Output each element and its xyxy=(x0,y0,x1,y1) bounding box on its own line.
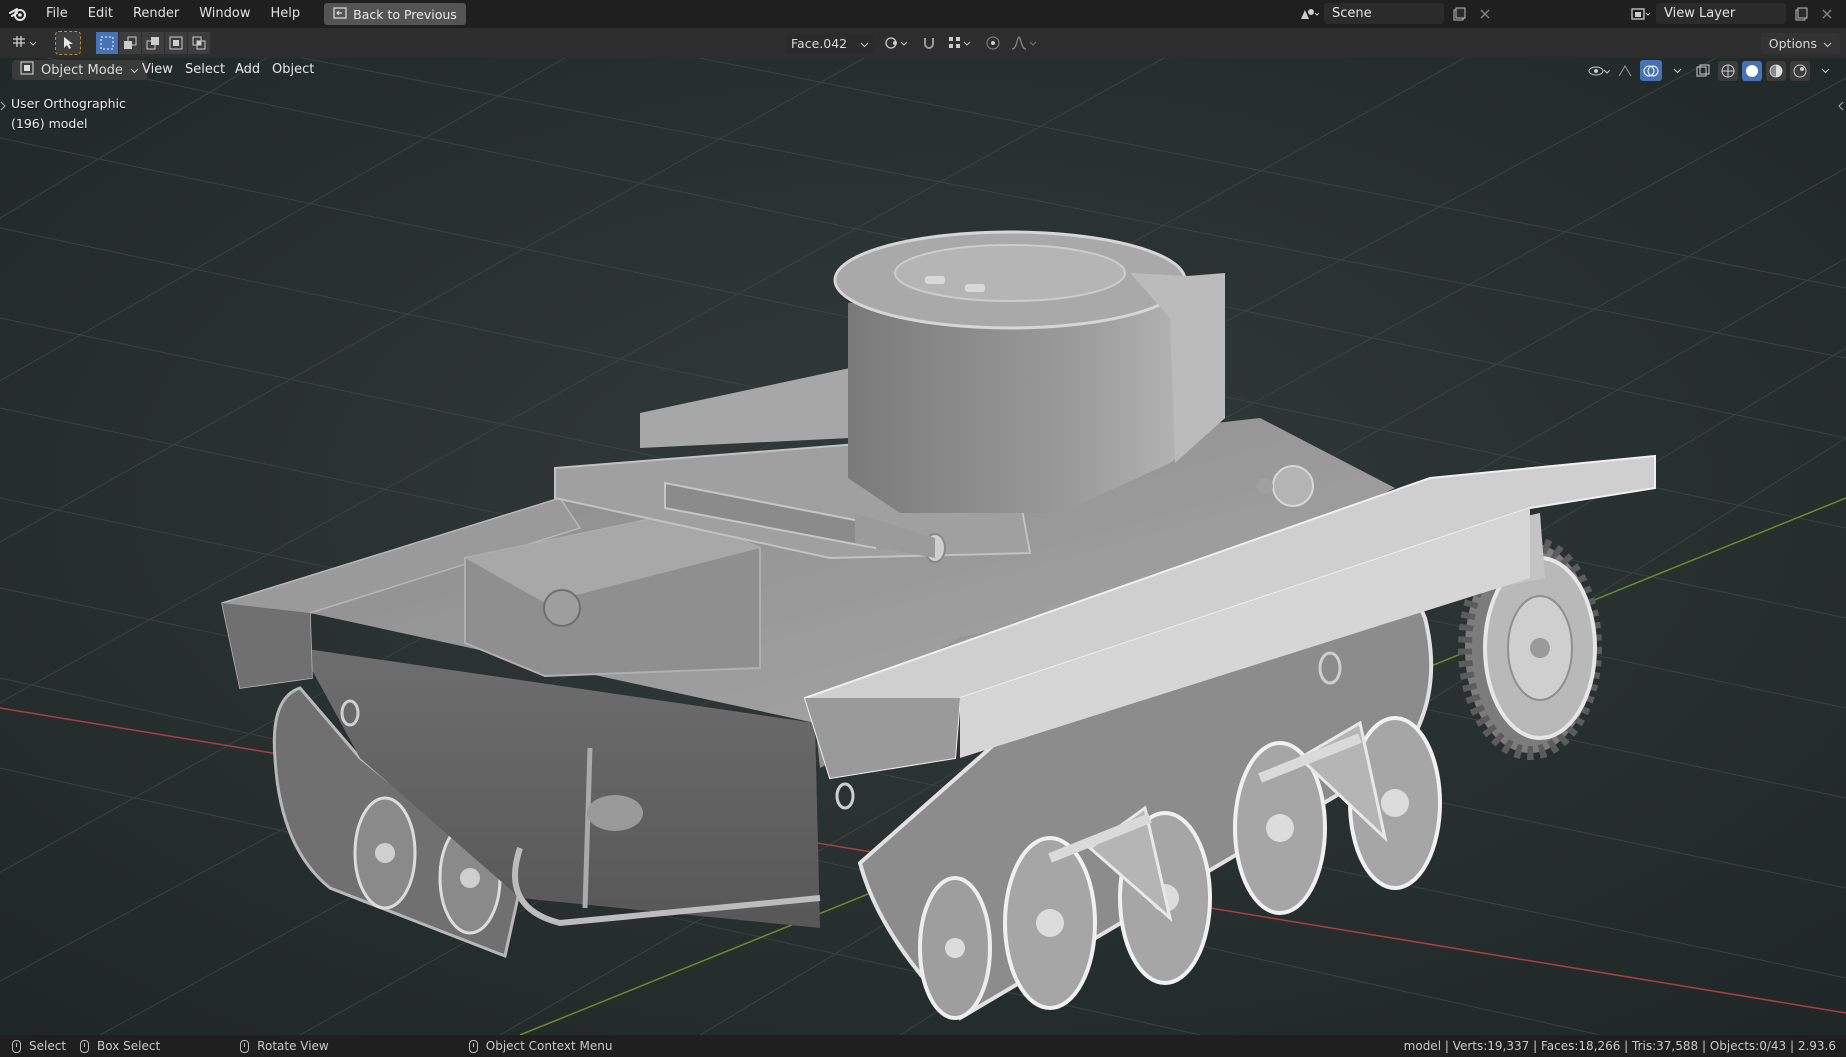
viewport-menu-add[interactable]: Add xyxy=(235,60,260,80)
scene-icon[interactable] xyxy=(1298,3,1320,24)
shading-solid-icon[interactable] xyxy=(1742,60,1762,81)
back-button-label: Back to Previous xyxy=(353,6,457,22)
menu-file[interactable]: File xyxy=(36,0,78,28)
mouse-middle-icon xyxy=(240,1039,250,1053)
status-box-select-label: Box Select xyxy=(97,1039,161,1053)
3d-viewport[interactable]: Object Mode View Select Add Object User … xyxy=(0,58,1846,1035)
select-subtract-icon[interactable] xyxy=(142,32,164,54)
active-object-info: (196) model xyxy=(11,116,88,131)
transform-pivot-icon[interactable] xyxy=(882,32,912,54)
select-invert-icon[interactable] xyxy=(165,32,187,54)
chevron-down-icon xyxy=(130,63,139,78)
chevron-down-icon xyxy=(1823,36,1832,51)
select-intersect-icon[interactable] xyxy=(188,32,210,54)
active-object-field[interactable]: Face.042 xyxy=(785,33,875,54)
hatch-hinge-1 xyxy=(925,276,945,284)
close-view-layer-icon[interactable] xyxy=(1816,3,1838,24)
scene-selector: Scene xyxy=(1298,3,1496,24)
select-mode-group xyxy=(96,32,210,54)
front-light xyxy=(587,795,643,831)
menu-edit[interactable]: Edit xyxy=(78,0,123,28)
mouse-right-icon xyxy=(468,1039,478,1053)
snap-icon[interactable] xyxy=(918,32,940,54)
back-to-previous-button[interactable]: Back to Previous xyxy=(324,3,466,25)
periscope-mount xyxy=(1257,478,1273,494)
menu-render[interactable]: Render xyxy=(123,0,189,28)
top-menu-bar: File Edit Render Window Help Back to Pre… xyxy=(0,0,1846,28)
view-layer-icon[interactable] xyxy=(1630,3,1652,24)
new-view-layer-icon[interactable] xyxy=(1790,3,1812,24)
xray-icon[interactable] xyxy=(1692,60,1714,81)
scene-statistics: model | Verts:19,337 | Faces:18,266 | Tr… xyxy=(1403,1039,1836,1053)
editor-type-icon[interactable] xyxy=(8,32,42,54)
visibility-icon[interactable] xyxy=(1588,60,1610,81)
viewport-menu-select[interactable]: Select xyxy=(185,60,225,80)
snap-target-icon[interactable] xyxy=(946,32,976,54)
options-dropdown[interactable]: Options xyxy=(1760,33,1840,54)
select-box-icon[interactable] xyxy=(96,32,118,54)
status-context-menu-label: Object Context Menu xyxy=(485,1039,613,1053)
status-rotate-view-label: Rotate View xyxy=(257,1039,329,1053)
blender-logo-icon[interactable] xyxy=(0,0,36,28)
hatch-bolt xyxy=(543,589,581,627)
status-select: Select xyxy=(12,1039,66,1053)
object-mode-label: Object Mode xyxy=(41,62,123,78)
view-layer-selector: View Layer xyxy=(1630,3,1838,24)
status-bar: Select Box Select Rotate View Object Con… xyxy=(0,1035,1846,1057)
viewport-menu-object[interactable]: Object xyxy=(272,60,314,80)
object-mode-icon xyxy=(20,61,34,79)
gizmo-icon[interactable] xyxy=(1614,60,1636,81)
viewport-menu-view[interactable]: View xyxy=(142,60,173,80)
toolbar-expand-icon[interactable] xyxy=(0,100,6,115)
cursor-icon[interactable] xyxy=(55,31,81,55)
turret-hatch xyxy=(894,244,1126,302)
view-name-label: User Orthographic xyxy=(11,96,126,111)
status-rotate-view: Rotate View xyxy=(240,1039,329,1053)
overlay-dropdown-icon[interactable] xyxy=(1666,60,1688,81)
close-scene-icon[interactable] xyxy=(1474,3,1496,24)
object-mode-select[interactable]: Object Mode xyxy=(12,60,147,80)
mouse-left-icon xyxy=(12,1039,21,1053)
chevron-down-icon xyxy=(860,36,869,51)
viewport-shading-tools xyxy=(1588,60,1836,81)
hatch-hinge-2 xyxy=(965,284,985,292)
sidebar-expand-icon[interactable] xyxy=(1838,100,1844,115)
viewport-info-overlay: User Orthographic (196) model xyxy=(11,94,126,134)
viewport-header: Object Mode View Select Add Object xyxy=(0,58,1846,82)
shading-rendered-icon[interactable] xyxy=(1790,60,1810,81)
view-layer-name-field[interactable]: View Layer xyxy=(1656,3,1786,24)
overlay-icon[interactable] xyxy=(1640,60,1662,81)
back-arrow-icon xyxy=(333,6,347,22)
proportional-falloff-icon[interactable] xyxy=(1010,32,1040,54)
menu-window[interactable]: Window xyxy=(189,0,260,28)
select-extend-icon[interactable] xyxy=(119,32,141,54)
menu-help[interactable]: Help xyxy=(261,0,311,28)
status-context-menu: Object Context Menu xyxy=(468,1039,613,1053)
periscope-ball xyxy=(1272,465,1314,507)
viewport-scene xyxy=(0,58,1846,1035)
mouse-drag-icon xyxy=(80,1039,90,1053)
status-box-select: Box Select xyxy=(80,1039,160,1053)
shading-dropdown-icon[interactable] xyxy=(1814,60,1836,81)
options-label: Options xyxy=(1768,36,1817,51)
shading-wireframe-icon[interactable] xyxy=(1718,60,1738,81)
proportional-edit-icon[interactable] xyxy=(982,32,1004,54)
status-select-label: Select xyxy=(29,1039,67,1053)
scene-name-field[interactable]: Scene xyxy=(1324,3,1444,24)
transform-tools xyxy=(882,32,1040,54)
new-scene-icon[interactable] xyxy=(1448,3,1470,24)
tool-header: Face.042 Options xyxy=(0,28,1846,58)
active-object-label: Face.042 xyxy=(791,36,848,51)
shading-material-icon[interactable] xyxy=(1766,60,1786,81)
